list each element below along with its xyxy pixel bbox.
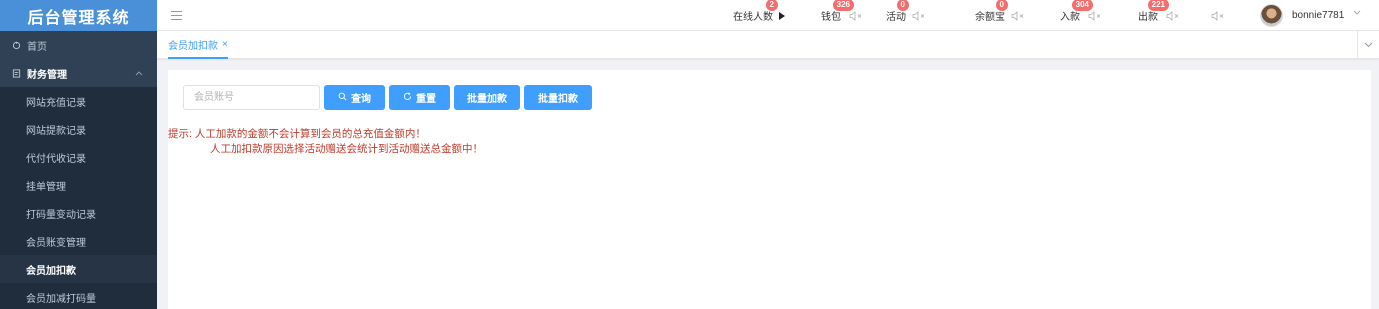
username[interactable]: bonnie7781 xyxy=(1292,0,1344,31)
sidebar-item-account-change[interactable]: 会员账变管理 xyxy=(0,227,157,255)
sidebar-item-home[interactable]: 首页 xyxy=(0,31,157,59)
sidebar-item-label: 会员账变管理 xyxy=(26,237,86,249)
sidebar-item-label: 打码量变动记录 xyxy=(26,209,96,221)
sidebar-item-recharge-records[interactable]: 网站充值记录 xyxy=(0,87,157,115)
home-icon xyxy=(12,41,21,50)
tab-member-adjust[interactable]: 会员加扣款 × xyxy=(168,31,228,59)
batch-add-button[interactable]: 批量加款 xyxy=(454,85,520,110)
sidebar-group-label: 财务管理 xyxy=(27,69,67,81)
speaker-mute-icon[interactable] xyxy=(1166,10,1180,21)
tabs-bar: 会员加扣款 × xyxy=(157,31,1379,59)
sidebar-item-label: 网站提款记录 xyxy=(26,125,86,137)
speaker-mute-icon[interactable] xyxy=(1211,10,1225,21)
batch-deduct-button-label: 批量扣款 xyxy=(538,94,578,105)
app-logo-title: 后台管理系统 xyxy=(0,0,157,31)
sidebar-item-withdraw-records[interactable]: 网站提款记录 xyxy=(0,115,157,143)
speaker-mute-icon[interactable] xyxy=(1011,10,1025,21)
stat-label: 活动 xyxy=(886,12,906,23)
stat-badge: 0 xyxy=(994,0,1009,12)
search-button[interactable]: 查询 xyxy=(324,85,385,110)
sidebar-item-wager-change-records[interactable]: 打码量变动记录 xyxy=(0,199,157,227)
speaker-mute-icon[interactable] xyxy=(849,10,863,21)
member-account-input[interactable] xyxy=(183,85,320,110)
stat-badge: 221 xyxy=(1146,0,1170,12)
chevron-up-icon xyxy=(135,69,143,78)
sidebar-item-label: 代付代收记录 xyxy=(26,153,86,165)
tip-line-1: 提示: 人工加款的金额不会计算到会员的总充值金额内！ xyxy=(168,128,426,140)
stat-online-users[interactable]: 在线人数 2 xyxy=(733,0,785,31)
speaker-mute-icon[interactable] xyxy=(1088,10,1102,21)
main-content: 查询 重置 批量加款 批量扣款 提示: 人工加款的金额不会计算到会员的总充值金额… xyxy=(168,70,1371,309)
play-icon[interactable] xyxy=(779,11,785,20)
stat-badge: 2 xyxy=(764,0,779,12)
sidebar-item-order-management[interactable]: 挂单管理 xyxy=(0,171,157,199)
sidebar-item-label: 首页 xyxy=(27,41,47,53)
search-icon xyxy=(338,92,347,103)
sidebar-item-label: 挂单管理 xyxy=(26,181,66,193)
stat-label: 余额宝 xyxy=(975,12,1005,23)
close-icon[interactable]: × xyxy=(222,39,228,50)
stat-badge: 0 xyxy=(895,0,910,12)
stat-label: 出款 xyxy=(1138,12,1158,23)
stat-badge: 304 xyxy=(1070,0,1094,12)
stat-activity[interactable]: 活动 0 xyxy=(886,0,926,31)
speaker-mute-icon[interactable] xyxy=(912,10,926,21)
sidebar: 后台管理系统 首页 财务管理 网站充值记录 网站提款记录 代付代收记录 挂单管理… xyxy=(0,0,157,309)
chevron-down-icon[interactable] xyxy=(1357,31,1379,59)
stat-yuebao[interactable]: 余额宝 0 xyxy=(975,0,1025,31)
stat-withdrawal[interactable]: 出款 221 xyxy=(1138,0,1180,31)
stat-badge: 326 xyxy=(831,0,855,12)
sidebar-item-label: 会员加减打码量 xyxy=(26,293,96,305)
stat-label: 钱包 xyxy=(821,12,841,23)
reset-button-label: 重置 xyxy=(416,94,436,105)
sidebar-item-member-wager-adjust[interactable]: 会员加减打码量 xyxy=(0,283,157,309)
stat-label: 在线人数 xyxy=(733,12,773,23)
stat-wallet[interactable]: 钱包 326 xyxy=(821,0,863,31)
chevron-down-icon[interactable] xyxy=(1353,9,1361,18)
tip-line-2: 人工加扣款原因选择活动赠送会统计到活动赠送总金额中！ xyxy=(210,143,483,155)
stat-extra-sound[interactable] xyxy=(1211,0,1225,31)
sidebar-item-label: 会员加扣款 xyxy=(26,265,76,277)
tab-label: 会员加扣款 xyxy=(168,40,218,52)
search-button-label: 查询 xyxy=(351,94,371,105)
hamburger-icon[interactable] xyxy=(171,8,182,22)
batch-add-button-label: 批量加款 xyxy=(467,94,507,105)
stat-label: 入款 xyxy=(1060,12,1080,23)
batch-deduct-button[interactable]: 批量扣款 xyxy=(524,85,592,110)
refresh-icon xyxy=(403,92,412,103)
document-icon xyxy=(12,68,21,78)
sidebar-item-label: 网站充值记录 xyxy=(26,97,86,109)
top-header: 在线人数 2 钱包 326 活动 0 余额宝 0 入款 304 出款 221 b… xyxy=(157,0,1379,31)
tip-notice: 提示: 人工加款的金额不会计算到会员的总充值金额内！ 人工加扣款原因选择活动赠送… xyxy=(168,127,483,157)
sidebar-item-payment-records[interactable]: 代付代收记录 xyxy=(0,143,157,171)
stat-deposit[interactable]: 入款 304 xyxy=(1060,0,1102,31)
reset-button[interactable]: 重置 xyxy=(389,85,450,110)
avatar[interactable] xyxy=(1260,4,1283,27)
sidebar-item-member-adjust[interactable]: 会员加扣款 xyxy=(0,255,157,283)
sidebar-group-finance[interactable]: 财务管理 xyxy=(0,59,157,87)
